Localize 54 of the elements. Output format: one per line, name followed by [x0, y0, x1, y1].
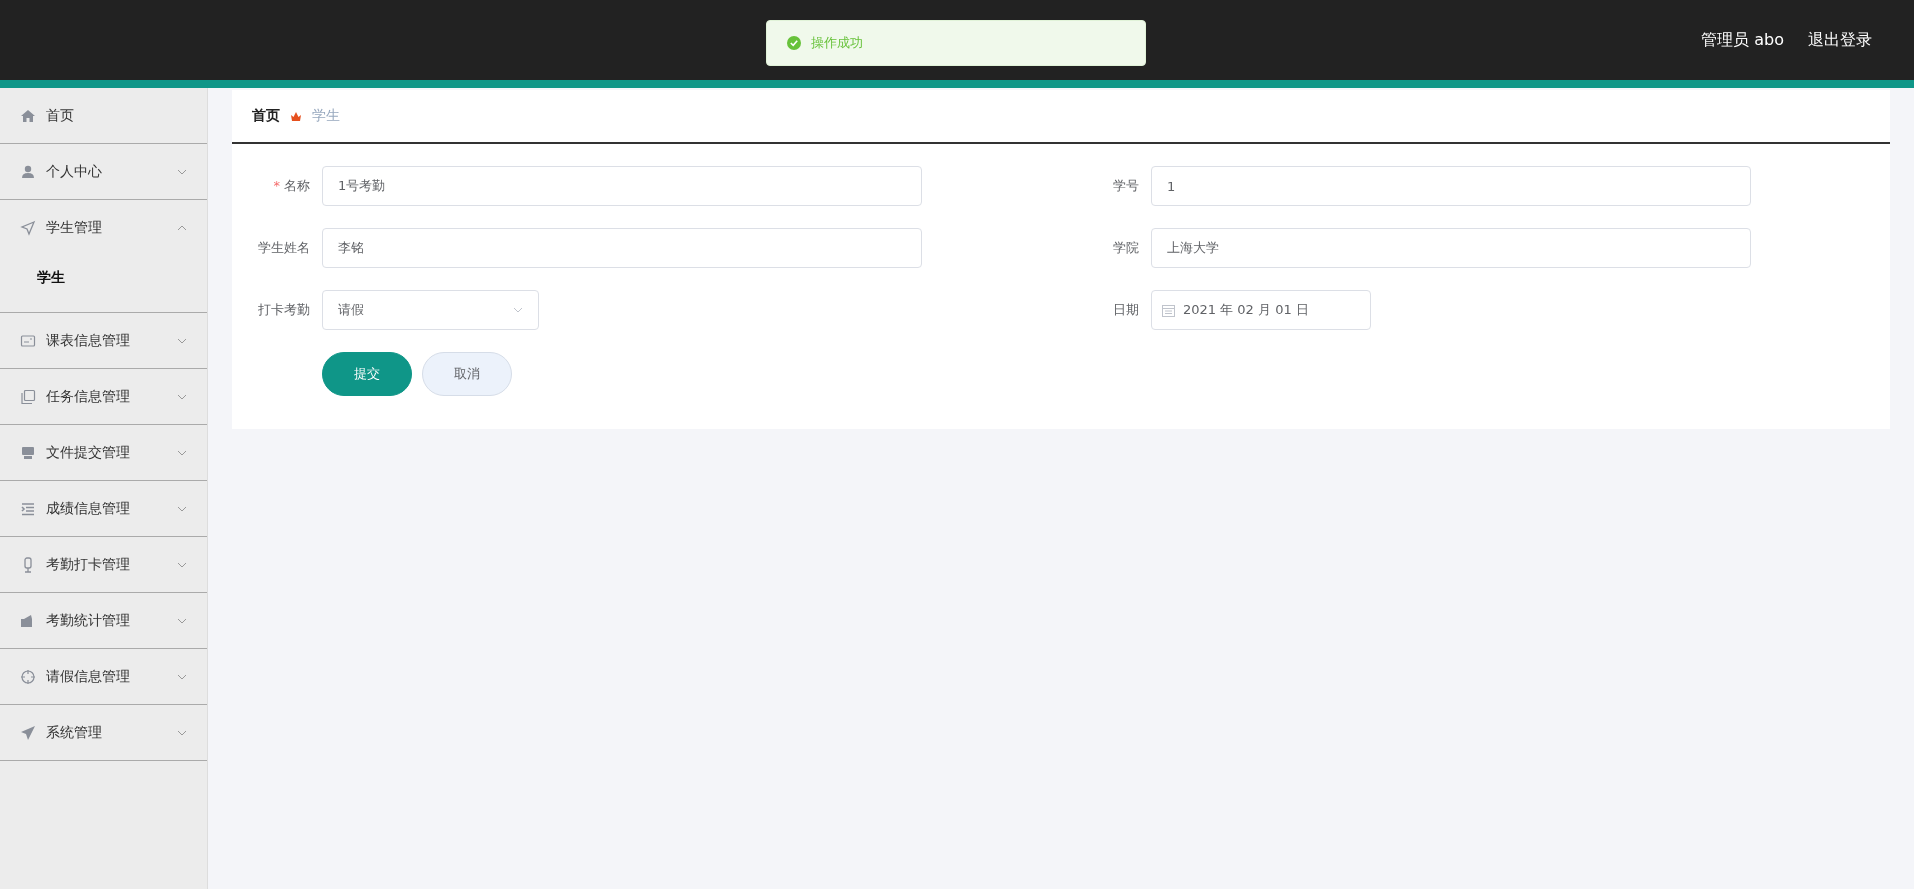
chevron-up-icon — [177, 225, 187, 231]
select-field[interactable]: 请假 — [322, 290, 539, 330]
sidebar-item[interactable]: 成绩信息管理 — [0, 481, 207, 537]
paper-plane-icon — [20, 220, 36, 236]
chevron-down-icon — [177, 730, 187, 736]
text-field[interactable]: 上海大学 — [1151, 228, 1751, 268]
cancel-button[interactable]: 取消 — [422, 352, 512, 396]
chevron-down-icon — [177, 618, 187, 624]
chevron-down-icon — [177, 338, 187, 344]
submit-button[interactable]: 提交 — [322, 352, 412, 396]
paper-plane-icon — [20, 725, 36, 741]
submenu-item[interactable]: 学生 — [0, 256, 207, 300]
breadcrumb-current: 学生 — [312, 107, 340, 125]
field-label: 学号 — [1113, 178, 1139, 193]
field-label: 日期 — [1113, 302, 1139, 317]
text-field[interactable]: 1号考勤 — [322, 166, 922, 206]
chevron-down-icon — [177, 674, 187, 680]
sidebar-item[interactable]: 首页 — [0, 88, 207, 144]
chevron-down-icon — [177, 450, 187, 456]
logout-link[interactable]: 退出登录 — [1808, 29, 1872, 51]
field-label: 学生姓名 — [258, 240, 310, 255]
field-label: 打卡考勤 — [258, 302, 310, 317]
chevron-down-icon — [177, 562, 187, 568]
required-mark: * — [273, 178, 280, 193]
check-circle-icon — [787, 36, 801, 50]
field-label: 学院 — [1113, 240, 1139, 255]
field-label: 名称 — [284, 178, 310, 193]
user-icon — [20, 164, 36, 180]
date-field[interactable]: 2021 年 02 月 01 日 — [1151, 290, 1371, 330]
toast-message: 操作成功 — [811, 34, 863, 52]
crown-icon — [290, 110, 302, 122]
sidebar-item[interactable]: 考勤统计管理 — [0, 593, 207, 649]
chevron-down-icon — [177, 169, 187, 175]
calendar-icon — [1162, 303, 1175, 317]
copy-icon — [20, 389, 36, 405]
sidebar-item[interactable]: 个人中心 — [0, 144, 207, 200]
user-name: 管理员 abo — [1701, 29, 1784, 51]
sidebar-item[interactable]: 文件提交管理 — [0, 425, 207, 481]
breadcrumb-link[interactable]: 首页 — [252, 107, 280, 125]
home-icon — [20, 108, 36, 124]
sidebar-item[interactable]: 考勤打卡管理 — [0, 537, 207, 593]
sidebar-item[interactable]: 请假信息管理 — [0, 649, 207, 705]
text-field[interactable]: 1 — [1151, 166, 1751, 206]
sidebar-item[interactable]: 任务信息管理 — [0, 369, 207, 425]
sidebar-item[interactable]: 学生管理 — [0, 200, 207, 256]
card-icon — [20, 333, 36, 349]
text-field[interactable]: 李铭 — [322, 228, 922, 268]
chevron-down-icon — [177, 506, 187, 512]
list-icon — [20, 501, 36, 517]
chevron-down-icon — [177, 394, 187, 400]
chevron-down-icon — [513, 307, 523, 313]
crosshair-icon — [20, 669, 36, 685]
sidebar-item[interactable]: 课表信息管理 — [0, 313, 207, 369]
sidebar-item[interactable]: 系统管理 — [0, 705, 207, 761]
